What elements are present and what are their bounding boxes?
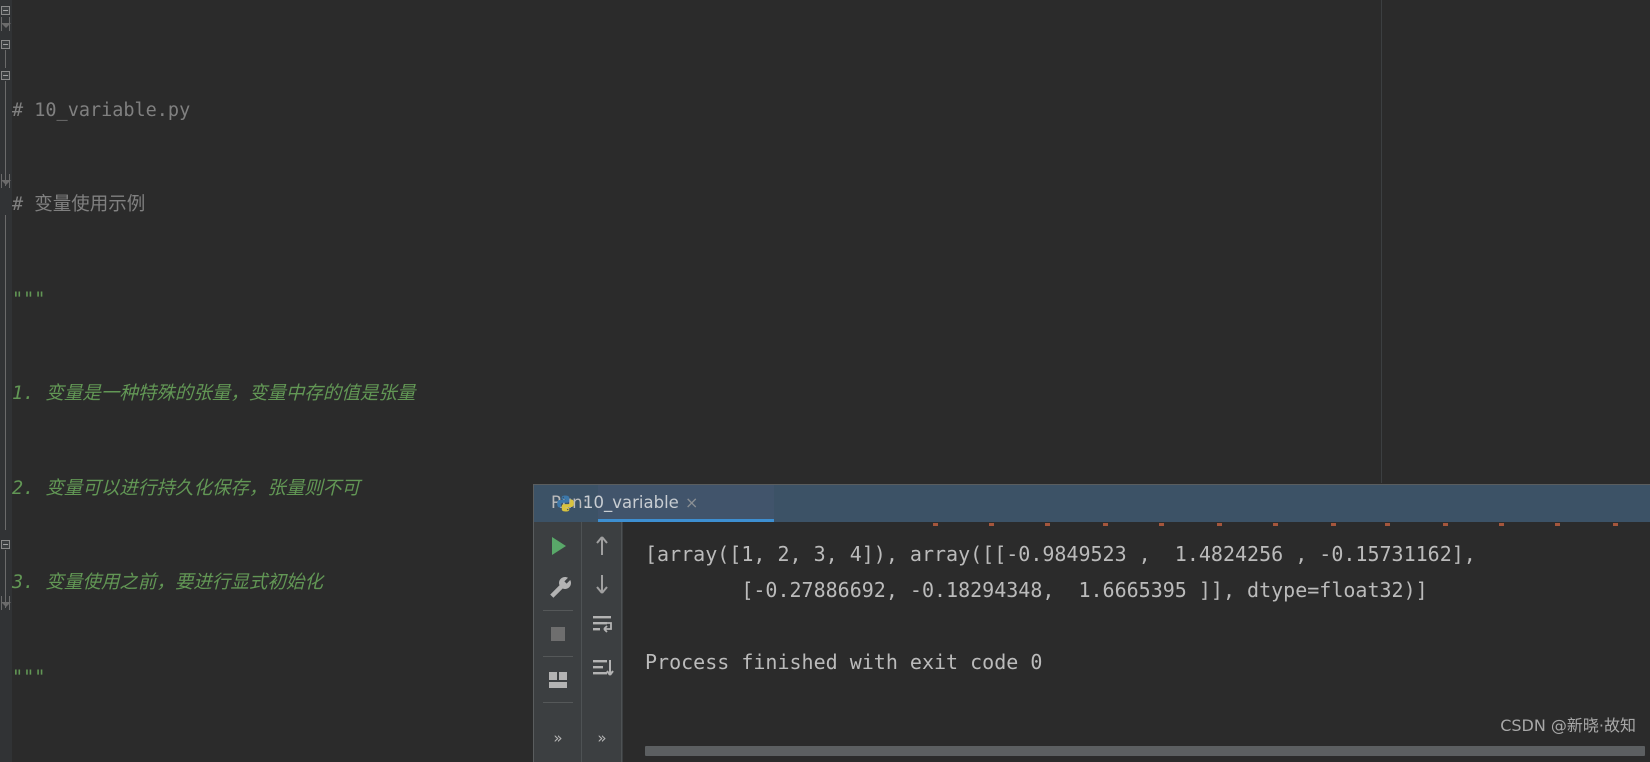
close-icon[interactable]: × [685,493,698,512]
run-toolbar-primary: » [535,522,581,762]
settings-button[interactable] [535,568,581,608]
python-file-icon [557,495,574,512]
expand-toolbar-button[interactable]: » [535,718,581,758]
scroll-down-button[interactable] [582,564,622,604]
console-horizontal-scrollbar[interactable] [645,746,1645,756]
fold-marker-docstring[interactable]: − [1,71,10,80]
fold-line-docstring [5,81,6,186]
fold-marker-with[interactable]: − [1,540,10,549]
toolbar-separator-2 [543,656,573,657]
scroll-to-end-button[interactable] [582,648,622,688]
console-line-4: Process finished with exit code 0 [645,650,1043,674]
run-tool-window-header: Run: 10_variable × [534,485,1650,522]
fold-region-line1 [1,17,11,31]
console-line-2: [-0.27886692, -0.18294348, 1.6665395 ]],… [645,578,1428,602]
fold-line-comment [5,50,6,68]
scroll-up-button[interactable] [582,526,622,566]
code-line-4: 1. 变量是一种特殊的张量，变量中存的值是张量 [12,383,416,404]
fold-region-docstring-end [1,174,11,188]
run-button[interactable] [535,526,581,566]
run-tool-window: Run: 10_variable × » » [array([1, 2, 3, … [533,484,1650,762]
editor-fold-gutter[interactable]: − − − − [0,0,12,762]
stop-button[interactable] [535,614,581,654]
soft-wrap-button[interactable] [582,604,622,644]
console-line-3-blank [645,614,657,638]
fold-marker-docstring-top[interactable]: − [1,6,10,15]
layout-button[interactable] [535,660,581,700]
fold-region-with-end [1,596,11,610]
expand-toolbar-secondary-button[interactable]: » [582,718,622,758]
fold-marker-comment[interactable]: − [1,40,10,49]
console-line-1: [array([1, 2, 3, 4]), array([[-0.9849523… [645,542,1476,566]
console-text-content: [array([1, 2, 3, 4]), array([[-0.9849523… [645,536,1476,680]
toolbar-separator-3 [543,702,573,703]
code-line-2: # 变量使用示例 [12,194,146,215]
toolbar-separator-1 [543,610,573,611]
pycharm-window: − − − − # 10_variable.py # 变量使用示例 """ 1.… [0,0,1650,762]
code-line-3: """ [12,288,46,310]
console-error-markers [933,522,1650,526]
fold-line-body [5,215,6,530]
run-console-output[interactable]: [array([1, 2, 3, 4]), array([[-0.9849523… [623,522,1650,762]
run-toolbar-secondary: » [581,522,622,762]
csdn-watermark: CSDN @新晓·故知 [1500,716,1636,735]
code-line-1: # 10_variable.py [12,99,191,121]
tab-label: 10_variable [583,493,679,512]
